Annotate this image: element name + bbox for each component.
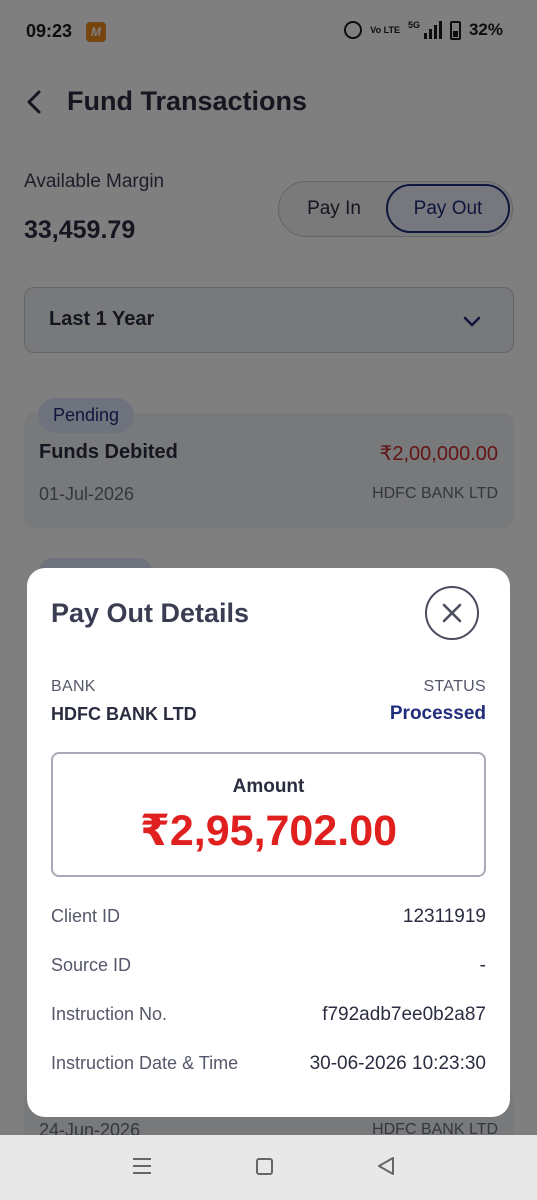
detail-value: - xyxy=(479,955,486,976)
bank-label: BANK xyxy=(51,678,96,695)
app-screen: 09:23 M Vo LTE 5G 32% Fund Transactions … xyxy=(0,0,537,1200)
amount-value: ₹2,95,702.00 xyxy=(139,807,398,855)
detail-row-client-id: Client ID 12311919 xyxy=(51,906,486,936)
detail-key: Client ID xyxy=(51,906,121,926)
detail-value: 30-06-2026 10:23:30 xyxy=(309,1053,486,1074)
amount-box: Amount ₹2,95,702.00 xyxy=(51,752,486,877)
status-value: Processed xyxy=(389,703,486,724)
system-nav-bar xyxy=(0,1135,537,1200)
close-icon xyxy=(442,603,462,623)
bank-value: HDFC BANK LTD xyxy=(51,704,197,724)
detail-row-instruction-no: Instruction No. f792adb7ee0b2a87 xyxy=(51,1004,486,1034)
status-label: STATUS xyxy=(423,678,486,695)
modal-title: Pay Out Details xyxy=(51,598,250,628)
detail-key: Instruction No. xyxy=(51,1004,168,1024)
amount-label: Amount xyxy=(232,776,305,797)
home-icon[interactable] xyxy=(256,1158,273,1175)
detail-row-instruction-datetime: Instruction Date & Time 30-06-2026 10:23… xyxy=(51,1053,486,1083)
system-back-icon[interactable] xyxy=(376,1156,396,1176)
detail-value: 12311919 xyxy=(402,906,486,927)
detail-key: Instruction Date & Time xyxy=(51,1053,239,1073)
detail-key: Source ID xyxy=(51,955,132,975)
detail-row-source-id: Source ID - xyxy=(51,955,486,985)
detail-value: f792adb7ee0b2a87 xyxy=(322,1004,486,1025)
payout-details-modal: Pay Out Details BANK HDFC BANK LTD STATU… xyxy=(27,568,510,1117)
recent-apps-icon[interactable] xyxy=(132,1157,152,1175)
close-button[interactable] xyxy=(425,586,479,640)
